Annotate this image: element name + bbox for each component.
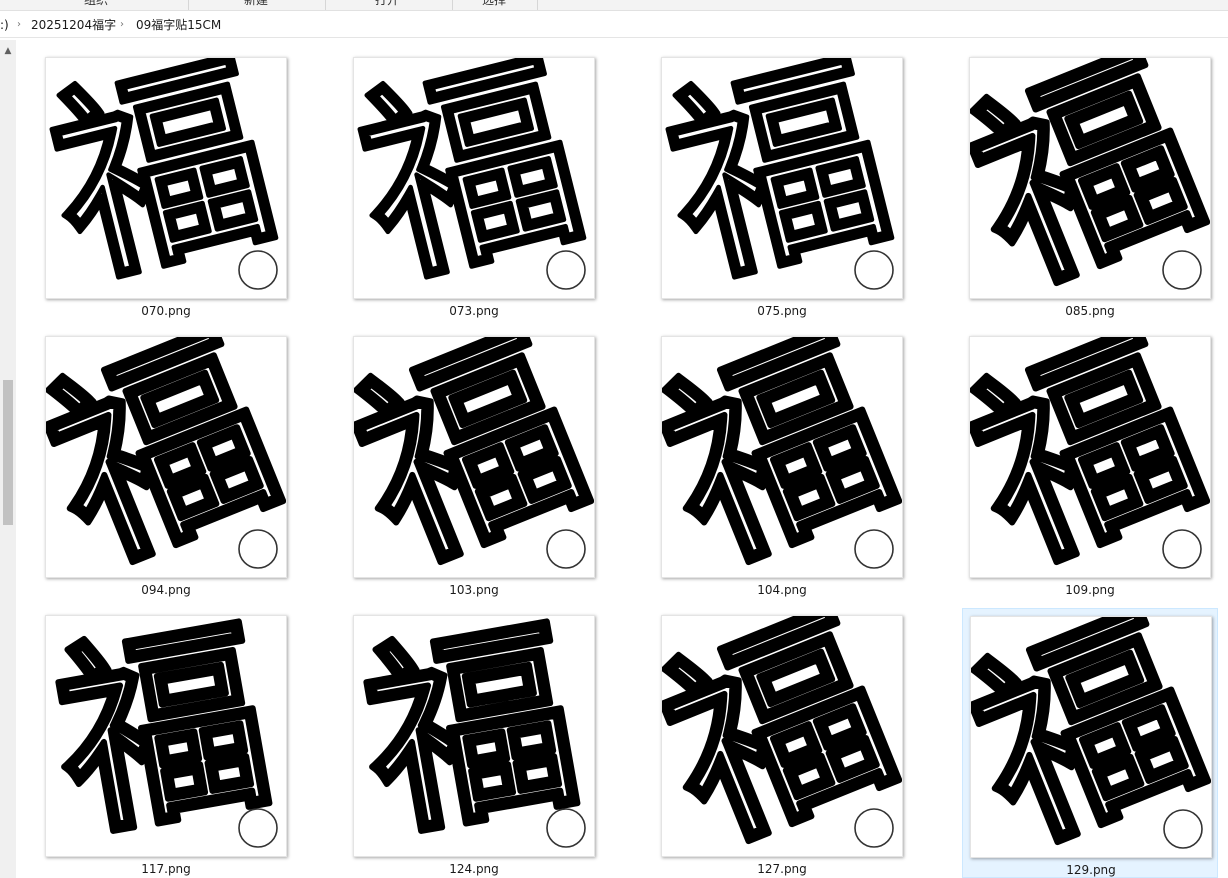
fu-glyph: 福: [970, 58, 1211, 299]
file-thumbnail[interactable]: 福: [353, 57, 595, 299]
fu-character-image: 福: [662, 616, 903, 857]
file-item[interactable]: 福 117.png: [38, 608, 294, 878]
fu-character-image: 福: [970, 58, 1211, 299]
file-thumbnail[interactable]: 福: [45, 615, 287, 857]
fu-character-image: 福: [971, 617, 1212, 858]
fu-glyph: 福: [662, 58, 903, 299]
file-name[interactable]: 129.png: [963, 863, 1219, 878]
file-name[interactable]: 117.png: [38, 862, 294, 877]
file-name[interactable]: 085.png: [962, 304, 1218, 319]
file-thumbnail[interactable]: 福: [969, 57, 1211, 299]
file-item[interactable]: 福 127.png: [654, 608, 910, 878]
fu-glyph: 福: [46, 337, 287, 578]
file-item[interactable]: 福 094.png: [38, 329, 294, 599]
file-name[interactable]: 094.png: [38, 583, 294, 598]
fu-character-image: 福: [662, 58, 903, 299]
file-item[interactable]: 福 103.png: [346, 329, 602, 599]
file-item[interactable]: 福 070.png: [38, 50, 294, 320]
fu-character-image: 福: [46, 58, 287, 299]
file-thumbnail[interactable]: 福: [661, 615, 903, 857]
file-grid: 福 070.png 福 073.png 福 075.png 福 085.png 福 094.png…: [0, 0, 1228, 878]
fu-glyph: 福: [354, 58, 595, 299]
fu-character-image: 福: [970, 337, 1211, 578]
file-item[interactable]: 福 129.png: [962, 608, 1218, 878]
file-item[interactable]: 福 104.png: [654, 329, 910, 599]
file-name[interactable]: 070.png: [38, 304, 294, 319]
file-thumbnail[interactable]: 福: [45, 57, 287, 299]
file-thumbnail[interactable]: 福: [661, 57, 903, 299]
file-name[interactable]: 109.png: [962, 583, 1218, 598]
file-name[interactable]: 073.png: [346, 304, 602, 319]
file-name[interactable]: 103.png: [346, 583, 602, 598]
file-item[interactable]: 福 073.png: [346, 50, 602, 320]
file-item[interactable]: 福 124.png: [346, 608, 602, 878]
file-item[interactable]: 福 075.png: [654, 50, 910, 320]
fu-glyph: 福: [662, 337, 903, 578]
fu-glyph: 福: [970, 337, 1211, 578]
file-thumbnail[interactable]: 福: [970, 616, 1212, 858]
fu-character-image: 福: [46, 616, 286, 857]
fu-glyph: 福: [354, 337, 595, 578]
fu-glyph: 福: [662, 616, 903, 857]
file-thumbnail[interactable]: 福: [353, 336, 595, 578]
fu-character-image: 福: [46, 337, 287, 578]
file-item[interactable]: 福 085.png: [962, 50, 1218, 320]
fu-character-image: 福: [662, 337, 903, 578]
fu-character-image: 福: [354, 616, 594, 857]
fu-glyph: 福: [354, 616, 593, 857]
file-thumbnail[interactable]: 福: [45, 336, 287, 578]
fu-glyph: 福: [971, 617, 1212, 858]
file-name[interactable]: 075.png: [654, 304, 910, 319]
fu-character-image: 福: [354, 58, 595, 299]
fu-character-image: 福: [354, 337, 595, 578]
file-name[interactable]: 104.png: [654, 583, 910, 598]
fu-glyph: 福: [46, 616, 285, 857]
file-thumbnail[interactable]: 福: [969, 336, 1211, 578]
file-name[interactable]: 124.png: [346, 862, 602, 877]
fu-glyph: 福: [46, 58, 287, 299]
file-thumbnail[interactable]: 福: [353, 615, 595, 857]
file-item[interactable]: 福 109.png: [962, 329, 1218, 599]
file-name[interactable]: 127.png: [654, 862, 910, 877]
file-thumbnail[interactable]: 福: [661, 336, 903, 578]
